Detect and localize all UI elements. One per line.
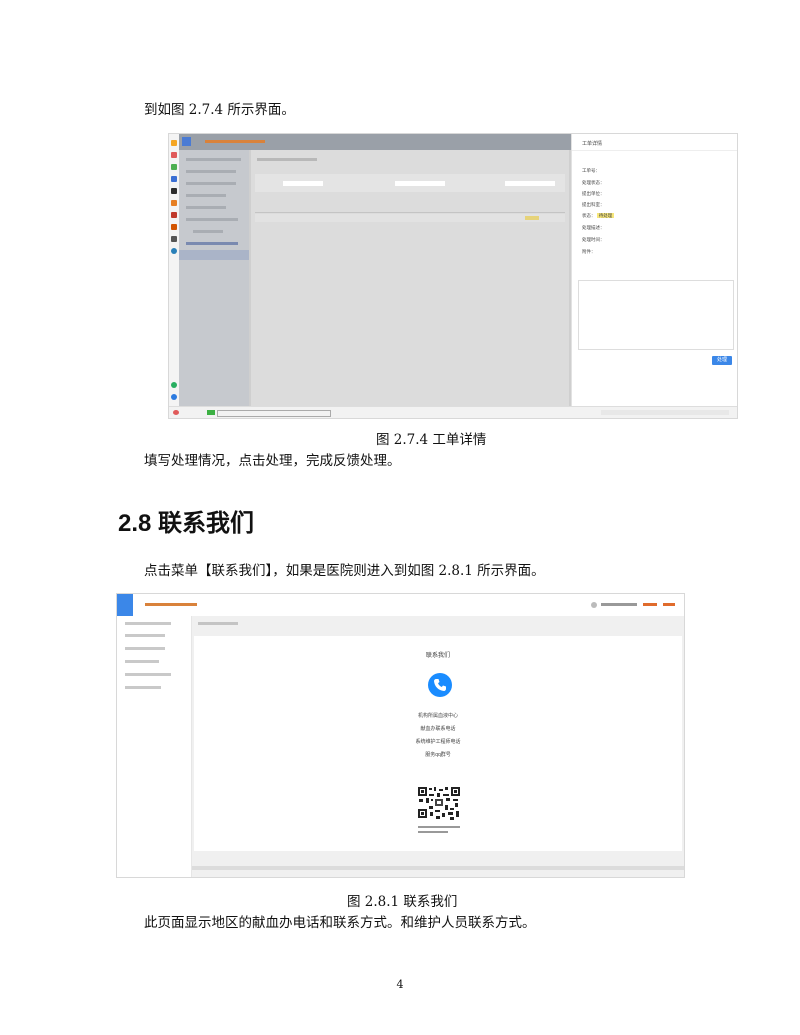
intro-line: 到如图 2.7.4 所示界面。 xyxy=(144,102,295,118)
phone-icon xyxy=(428,673,452,697)
qr-code xyxy=(417,786,461,822)
app-icon xyxy=(171,382,177,388)
app-logo-text xyxy=(145,603,197,606)
screenshot-contact-us: 联系我们 机构所属血液中心 献血办联系电话 系统维护工程师电话 服务qq群号 xyxy=(116,593,685,878)
fig2-followup: 此页面显示地区的献血办电话和联系方式。和维护人员联系方式。 xyxy=(144,915,536,931)
field-process-state: 处理状态： xyxy=(582,180,605,185)
process-note-textarea[interactable] xyxy=(578,280,734,350)
status-icon xyxy=(207,410,215,415)
content-area: 联系我们 机构所属血液中心 献血办联系电话 系统维护工程师电话 服务qq群号 xyxy=(192,616,684,877)
logout-link[interactable] xyxy=(663,603,675,606)
figure-caption-2-8-1: 图 2.8.1 联系我们 xyxy=(347,894,458,910)
qr-caption xyxy=(418,826,460,828)
horizontal-scrollbar[interactable] xyxy=(192,866,684,870)
field-status: 状态： 待处理 xyxy=(582,213,615,219)
user-icon xyxy=(591,602,597,608)
app-header xyxy=(117,594,684,617)
field-work-order-no: 工单号： xyxy=(582,168,600,173)
section-heading: 2.8 联系我们 xyxy=(118,510,255,537)
breadcrumb xyxy=(198,622,238,625)
sidebar-item[interactable] xyxy=(125,673,171,676)
field-description: 处理描述： xyxy=(582,225,605,230)
field-department: 提出科室： xyxy=(582,202,605,207)
status-icon xyxy=(173,410,179,415)
sidebar xyxy=(179,150,249,406)
sidebar-item[interactable] xyxy=(186,158,241,161)
sidebar-item[interactable] xyxy=(125,622,171,625)
user-name-link[interactable] xyxy=(643,603,657,606)
app-icon xyxy=(171,200,177,206)
status-badge: 待处理 xyxy=(596,213,615,218)
app-icon xyxy=(171,394,177,400)
sidebar xyxy=(117,616,192,877)
menu-toggle-icon[interactable] xyxy=(117,594,133,616)
sidebar-item[interactable] xyxy=(125,647,165,650)
process-button[interactable]: 处理 xyxy=(712,356,732,365)
panel-title: 工单详情 xyxy=(582,141,603,147)
work-order-input[interactable] xyxy=(283,181,323,186)
sidebar-subitem[interactable] xyxy=(193,230,223,233)
app-header xyxy=(179,134,571,150)
filter-bar xyxy=(255,174,565,192)
content-area xyxy=(251,150,569,406)
field-status-label: 状态： xyxy=(582,213,596,218)
sidebar-item[interactable] xyxy=(125,660,159,663)
sidebar-item-selected[interactable] xyxy=(179,250,249,260)
field-time: 处理时间： xyxy=(582,237,605,242)
breadcrumb xyxy=(257,158,317,161)
start-date-input[interactable] xyxy=(395,181,445,186)
notification-text xyxy=(217,410,331,417)
section-intro: 点击菜单【联系我们】，如果是医院则进入到如图 2.8.1 所示界面。 xyxy=(144,563,545,579)
status-tools xyxy=(601,410,729,415)
app-icon xyxy=(171,248,177,254)
app-icon xyxy=(171,224,177,230)
sidebar-item[interactable] xyxy=(186,218,238,221)
contact-page-title: 联系我们 xyxy=(425,653,450,659)
sidebar-item[interactable] xyxy=(186,170,236,173)
app-icon xyxy=(171,176,177,182)
sidebar-item[interactable] xyxy=(186,194,226,197)
contact-card: 联系我们 机构所属血液中心 献血办联系电话 系统维护工程师电话 服务qq群号 xyxy=(194,636,682,851)
contact-line-office-phone: 献血办联系电话 xyxy=(420,726,456,732)
sidebar-item[interactable] xyxy=(186,182,236,185)
contact-line-qq-group: 服务qq群号 xyxy=(425,752,451,758)
sidebar-item-active-group[interactable] xyxy=(186,242,238,245)
page-number: 4 xyxy=(396,978,404,991)
figure-caption-2-7-4: 图 2.7.4 工单详情 xyxy=(376,432,487,448)
app-window xyxy=(179,134,571,406)
contact-line-center: 机构所属血液中心 xyxy=(417,713,458,719)
sidebar-item[interactable] xyxy=(125,686,161,689)
screenshot-work-order-detail: 工单详情 工单号： 处理状态： 提出单位： 提出科室： 状态： 待处理 处理描述… xyxy=(168,133,738,419)
sidebar-item[interactable] xyxy=(125,634,165,637)
user-org xyxy=(601,603,637,606)
row-status-badge xyxy=(525,216,539,220)
table-header xyxy=(255,206,565,213)
end-date-input[interactable] xyxy=(505,181,555,186)
field-unit: 提出单位： xyxy=(582,191,605,196)
divider xyxy=(572,150,737,151)
work-order-detail-panel: 工单详情 工单号： 处理状态： 提出单位： 提出科室： 状态： 待处理 处理描述… xyxy=(571,134,737,406)
app-logo-text xyxy=(205,140,265,143)
app-icon xyxy=(171,188,177,194)
browser-status-bar xyxy=(169,406,737,418)
app-icon xyxy=(171,164,177,170)
app-icon xyxy=(171,212,177,218)
contact-line-engineer-phone: 系统维护工程师电话 xyxy=(415,739,461,745)
fig1-followup: 填写处理情况，点击处理，完成反馈处理。 xyxy=(144,453,401,469)
qr-caption xyxy=(418,831,448,833)
app-icon xyxy=(171,236,177,242)
app-icon xyxy=(171,140,177,146)
sidebar-item[interactable] xyxy=(186,206,226,209)
table-row[interactable] xyxy=(255,214,565,222)
menu-toggle-icon[interactable] xyxy=(182,137,191,146)
app-icon xyxy=(171,152,177,158)
field-attachment: 附件： xyxy=(582,249,596,254)
